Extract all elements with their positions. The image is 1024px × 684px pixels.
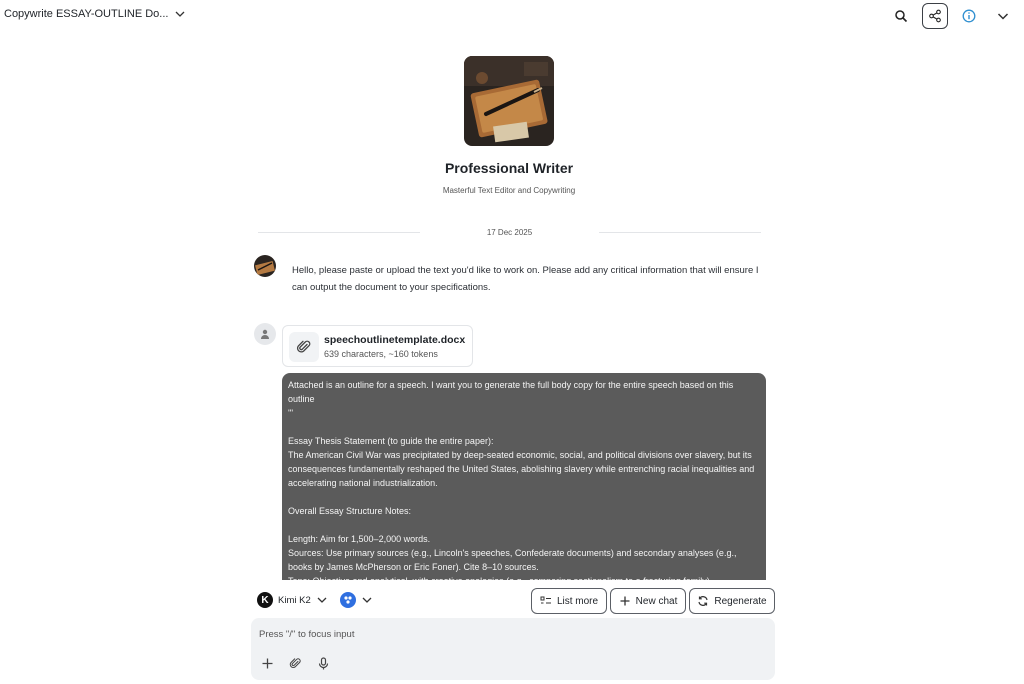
model-selector[interactable]: K Kimi K2 (257, 592, 328, 608)
user-icon (261, 329, 269, 339)
user-avatar (254, 323, 276, 345)
assistant-header: Professional Writer Masterful Text Edito… (0, 56, 1018, 195)
search-button[interactable] (888, 3, 914, 29)
assistant-message: Hello, please paste or upload the text y… (292, 265, 759, 293)
input-actions (260, 656, 330, 670)
top-bar: Copywrite ESSAY-OUTLINE Do... (0, 0, 1024, 32)
regenerate-label: Regenerate (714, 595, 767, 607)
attachment-icon-box (289, 332, 319, 362)
new-chat-button[interactable]: New chat (610, 588, 686, 614)
divider-line (599, 232, 761, 233)
model-logo: K (257, 592, 273, 608)
chevron-down-icon (997, 13, 1009, 20)
plus-icon (262, 658, 272, 668)
attachment-meta: 639 characters, ~160 tokens (324, 349, 438, 359)
new-chat-label: New chat (635, 595, 678, 607)
assistant-image (464, 56, 554, 146)
user-message-bubble: Attached is an outline for a speech. I w… (282, 373, 766, 580)
message-input[interactable] (259, 626, 759, 642)
share-icon (929, 9, 941, 23)
list-more-label: List more (556, 595, 599, 607)
list-icon (540, 596, 551, 604)
attach-button[interactable] (288, 656, 302, 670)
add-button[interactable] (260, 656, 274, 670)
share-button[interactable] (922, 3, 948, 29)
info-button[interactable] (956, 3, 982, 29)
top-actions (888, 3, 1016, 29)
chat-toolbar: K Kimi K2 List more New chat Regenerate (254, 588, 776, 614)
refresh-icon (698, 596, 708, 606)
more-options-button[interactable] (990, 3, 1016, 29)
chat-title: Copywrite ESSAY-OUTLINE Do... (4, 8, 169, 20)
voice-input-button[interactable] (316, 656, 330, 670)
chat-title-dropdown[interactable]: Copywrite ESSAY-OUTLINE Do... (4, 8, 186, 20)
chevron-down-icon (175, 11, 185, 17)
assistant-name: Professional Writer (444, 160, 574, 176)
user-message-text: Attached is an outline for a speech. I w… (288, 380, 755, 580)
plus-icon (620, 596, 630, 606)
chevron-down-icon (317, 597, 327, 603)
attachment-card[interactable]: speechoutlinetemplate.docx 639 character… (282, 325, 473, 367)
info-icon (962, 9, 976, 23)
paperclip-icon (296, 340, 311, 353)
attachment-file-name: speechoutlinetemplate.docx (324, 334, 466, 346)
assistant-description: Masterful Text Editor and Copywriting (442, 186, 576, 195)
message-input-box (251, 618, 775, 680)
list-more-button[interactable]: List more (531, 588, 607, 614)
microphone-icon (318, 656, 328, 669)
tool-logo-icon (340, 592, 356, 608)
regenerate-button[interactable]: Regenerate (689, 588, 775, 614)
chevron-down-icon (362, 597, 372, 603)
model-name: Kimi K2 (278, 594, 311, 606)
search-icon (895, 10, 908, 23)
paperclip-icon (289, 657, 301, 668)
tool-selector[interactable] (340, 592, 373, 608)
assistant-avatar (254, 255, 276, 277)
date-divider: 17 Dec 2025 (258, 226, 761, 240)
